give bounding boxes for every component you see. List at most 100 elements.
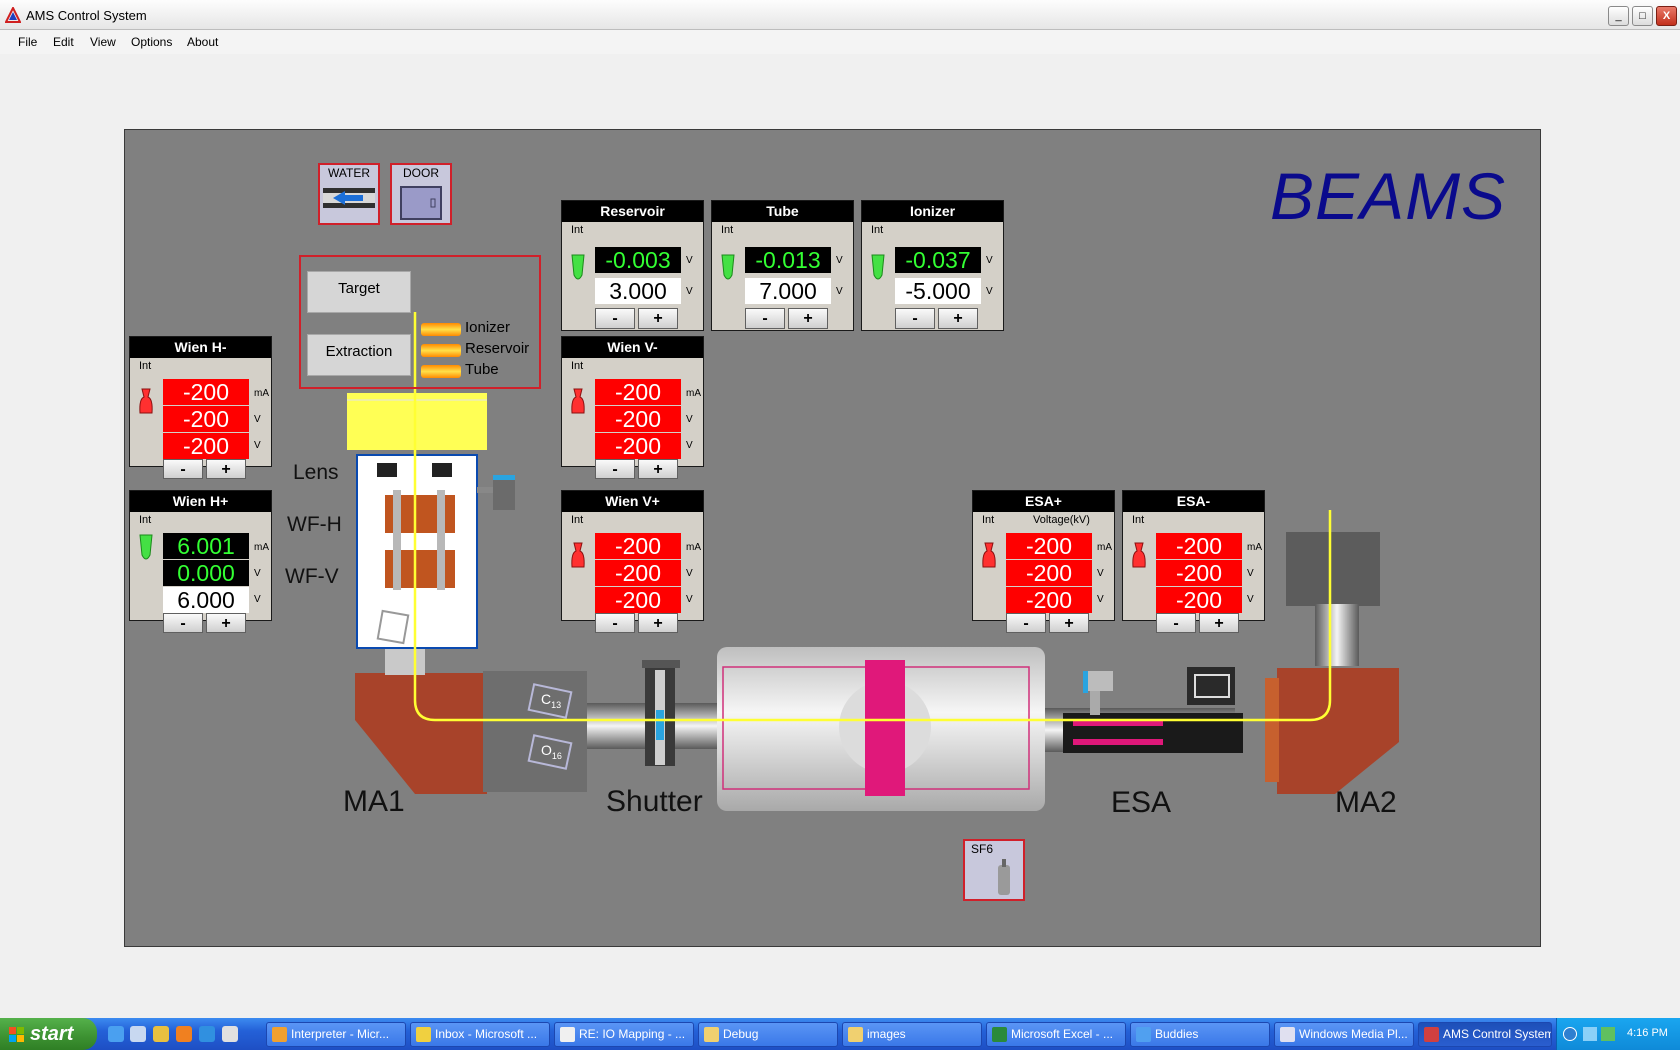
network-icon[interactable] (1583, 1027, 1597, 1041)
task-ams-control-system[interactable]: AMS Control System (1418, 1022, 1552, 1047)
value-display[interactable]: -200 (1156, 587, 1242, 613)
door-label: DOOR (403, 166, 439, 180)
wf-v-label: WF-V (285, 565, 339, 588)
minimize-button[interactable]: _ (1608, 6, 1629, 26)
value-display: -200 (1156, 533, 1242, 559)
increment-button[interactable]: + (206, 459, 246, 479)
folder-icon (704, 1027, 719, 1042)
menu-bar: File Edit View Options About (0, 30, 1680, 54)
quicklaunch-ie-icon[interactable] (108, 1026, 124, 1042)
int-label: Int (871, 224, 884, 236)
tray-app-icon[interactable] (1601, 1027, 1615, 1041)
increment-button[interactable]: + (638, 613, 678, 633)
menu-options[interactable]: Options (131, 35, 172, 49)
decrement-button[interactable]: - (163, 613, 203, 633)
reservoir-status-bar (421, 344, 461, 357)
status-led-red-icon (1132, 542, 1146, 568)
target-button[interactable]: Target (307, 271, 411, 313)
water-label: WATER (328, 166, 370, 180)
decrement-button[interactable]: - (163, 459, 203, 479)
outlook-icon (416, 1027, 431, 1042)
task-debug[interactable]: Debug (698, 1022, 838, 1047)
maximize-button[interactable]: □ (1632, 6, 1653, 26)
water-indicator[interactable]: WATER (318, 163, 380, 225)
task-buddies[interactable]: Buddies (1130, 1022, 1270, 1047)
status-led-green-icon (721, 254, 735, 280)
unit-label: mA (1247, 542, 1262, 553)
menu-edit[interactable]: Edit (53, 35, 74, 49)
decrement-button[interactable]: - (895, 308, 935, 329)
status-led-red-icon (139, 388, 153, 414)
increment-button[interactable]: + (638, 308, 678, 329)
task-interpreter[interactable]: Interpreter - Micr... (266, 1022, 406, 1047)
menu-file[interactable]: File (18, 35, 37, 49)
source-control-box: Target Extraction Ionizer Reservoir Tube (299, 255, 541, 389)
status-led-green-icon (571, 254, 585, 280)
unit-label: V (686, 440, 693, 451)
increment-button[interactable]: + (206, 613, 246, 633)
quicklaunch-firefox-icon[interactable] (176, 1026, 192, 1042)
quicklaunch-ie-icon[interactable] (199, 1026, 215, 1042)
panel-title: Tube (712, 201, 853, 222)
int-label: Int (721, 224, 734, 236)
task-excel[interactable]: Microsoft Excel - ... (986, 1022, 1126, 1047)
taskbar: start Interpreter - Micr... Inbox - Micr… (0, 1018, 1680, 1050)
readback-display: -0.013 (745, 247, 831, 273)
ionizer-panel: Ionizer Int -0.037 -5.000 V V - + (861, 200, 1004, 331)
value-display[interactable]: -200 (595, 433, 681, 459)
start-button[interactable]: start (0, 1018, 97, 1050)
value-display[interactable]: -200 (163, 433, 249, 459)
increment-button[interactable]: + (938, 308, 978, 329)
quicklaunch-messenger-icon[interactable] (222, 1026, 238, 1042)
value-display[interactable]: -200 (595, 587, 681, 613)
decrement-button[interactable]: - (745, 308, 785, 329)
unit-label: V (686, 255, 693, 266)
lens-stack (347, 393, 515, 649)
extraction-button[interactable]: Extraction (307, 334, 411, 376)
reservoir-bar-label: Reservoir (465, 340, 530, 357)
app-icon (1424, 1027, 1439, 1042)
window-title-bar: AMS Control System _ □ X (0, 0, 1680, 30)
decrement-button[interactable]: - (595, 613, 635, 633)
readback-display: -0.037 (895, 247, 981, 273)
esa-label: ESA (1111, 786, 1172, 819)
shutter-label: Shutter (606, 785, 703, 818)
setpoint-input[interactable]: 3.000 (595, 278, 681, 304)
unit-label: V (254, 414, 261, 425)
clock[interactable]: 4:16 PM (1627, 1027, 1668, 1039)
excel-icon (992, 1027, 1007, 1042)
decrement-button[interactable]: - (595, 459, 635, 479)
door-indicator[interactable]: DOOR (390, 163, 452, 225)
increment-button[interactable]: + (638, 459, 678, 479)
close-button[interactable]: X (1656, 6, 1677, 26)
panel-title: ESA+ (973, 491, 1114, 512)
menu-view[interactable]: View (90, 35, 116, 49)
increment-button[interactable]: + (788, 308, 828, 329)
decrement-button[interactable]: - (595, 308, 635, 329)
setpoint-input[interactable]: -5.000 (895, 278, 981, 304)
increment-button[interactable]: + (1199, 613, 1239, 633)
mail-icon (560, 1027, 575, 1042)
task-re-io-mapping[interactable]: RE: IO Mapping - ... (554, 1022, 694, 1047)
quicklaunch-clock-icon[interactable] (153, 1026, 169, 1042)
increment-button[interactable]: + (1049, 613, 1089, 633)
int-label: Int (571, 514, 584, 526)
chevron-left-icon[interactable] (1563, 1027, 1577, 1041)
setpoint-input[interactable]: 7.000 (745, 278, 831, 304)
setpoint-input[interactable]: 6.000 (163, 587, 249, 613)
int-label: Int (571, 224, 584, 236)
decrement-button[interactable]: - (1006, 613, 1046, 633)
panel-title: Wien V+ (562, 491, 703, 512)
task-windows-media-player[interactable]: Windows Media Pl... (1274, 1022, 1414, 1047)
unit-label: V (1097, 594, 1104, 605)
quicklaunch-notepad-icon[interactable] (130, 1026, 146, 1042)
menu-about[interactable]: About (187, 35, 218, 49)
sf6-indicator[interactable]: SF6 (963, 839, 1025, 901)
task-inbox[interactable]: Inbox - Microsoft ... (410, 1022, 550, 1047)
value-display[interactable]: -200 (1006, 587, 1092, 613)
beams-title: BEAMS (1270, 159, 1507, 233)
status-led-green-icon (871, 254, 885, 280)
task-images[interactable]: images (842, 1022, 982, 1047)
decrement-button[interactable]: - (1156, 613, 1196, 633)
tube-panel: Tube Int -0.013 7.000 V V - + (711, 200, 854, 331)
